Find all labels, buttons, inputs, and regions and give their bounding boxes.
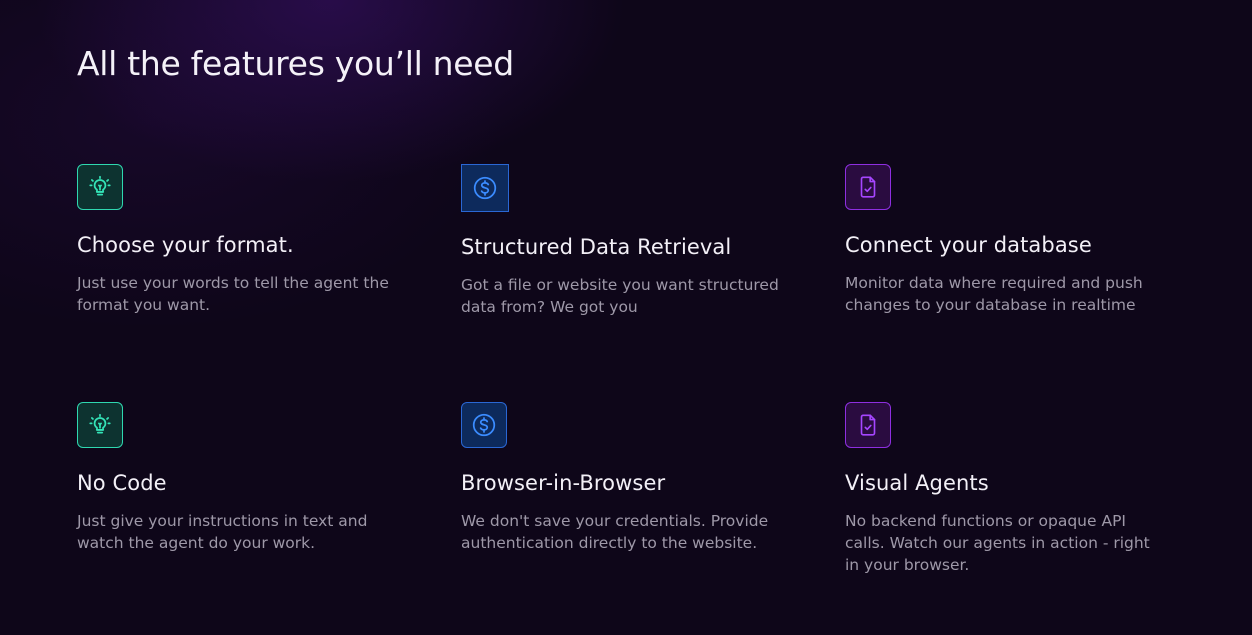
feature-description: Just give your instructions in text and … (77, 512, 368, 552)
feature-title: Structured Data Retrieval (461, 235, 732, 259)
document-check-icon (845, 402, 891, 448)
document-check-icon (845, 164, 891, 210)
feature-description: No backend functions or opaque API calls… (845, 512, 1150, 574)
feature-card-structured-data: Structured Data Retrieval Got a file or … (461, 164, 845, 402)
feature-title: Visual Agents (845, 471, 989, 495)
feature-card-browser-in-browser: Browser-in-Browser We don't save your cr… (461, 402, 845, 602)
dollar-circle-icon (461, 164, 509, 212)
lightbulb-icon (77, 402, 123, 448)
section-heading: All the features you’ll need (77, 44, 514, 83)
feature-title: Connect your database (845, 233, 1092, 257)
feature-card-connect-database: Connect your database Monitor data where… (845, 164, 1177, 402)
feature-title: No Code (77, 471, 167, 495)
feature-description: Just use your words to tell the agent th… (77, 274, 389, 314)
features-grid: Choose your format. Just use your words … (77, 164, 1177, 602)
dollar-circle-icon (461, 402, 507, 448)
feature-card-choose-format: Choose your format. Just use your words … (77, 164, 461, 402)
feature-description: Got a file or website you want structure… (461, 276, 779, 316)
feature-description: We don't save your credentials. Provide … (461, 512, 769, 552)
feature-title: Browser-in-Browser (461, 471, 666, 495)
feature-title: Choose your format. (77, 233, 294, 257)
feature-description: Monitor data where required and push cha… (845, 274, 1143, 314)
feature-card-no-code: No Code Just give your instructions in t… (77, 402, 461, 602)
feature-card-visual-agents: Visual Agents No backend functions or op… (845, 402, 1177, 602)
lightbulb-icon (77, 164, 123, 210)
